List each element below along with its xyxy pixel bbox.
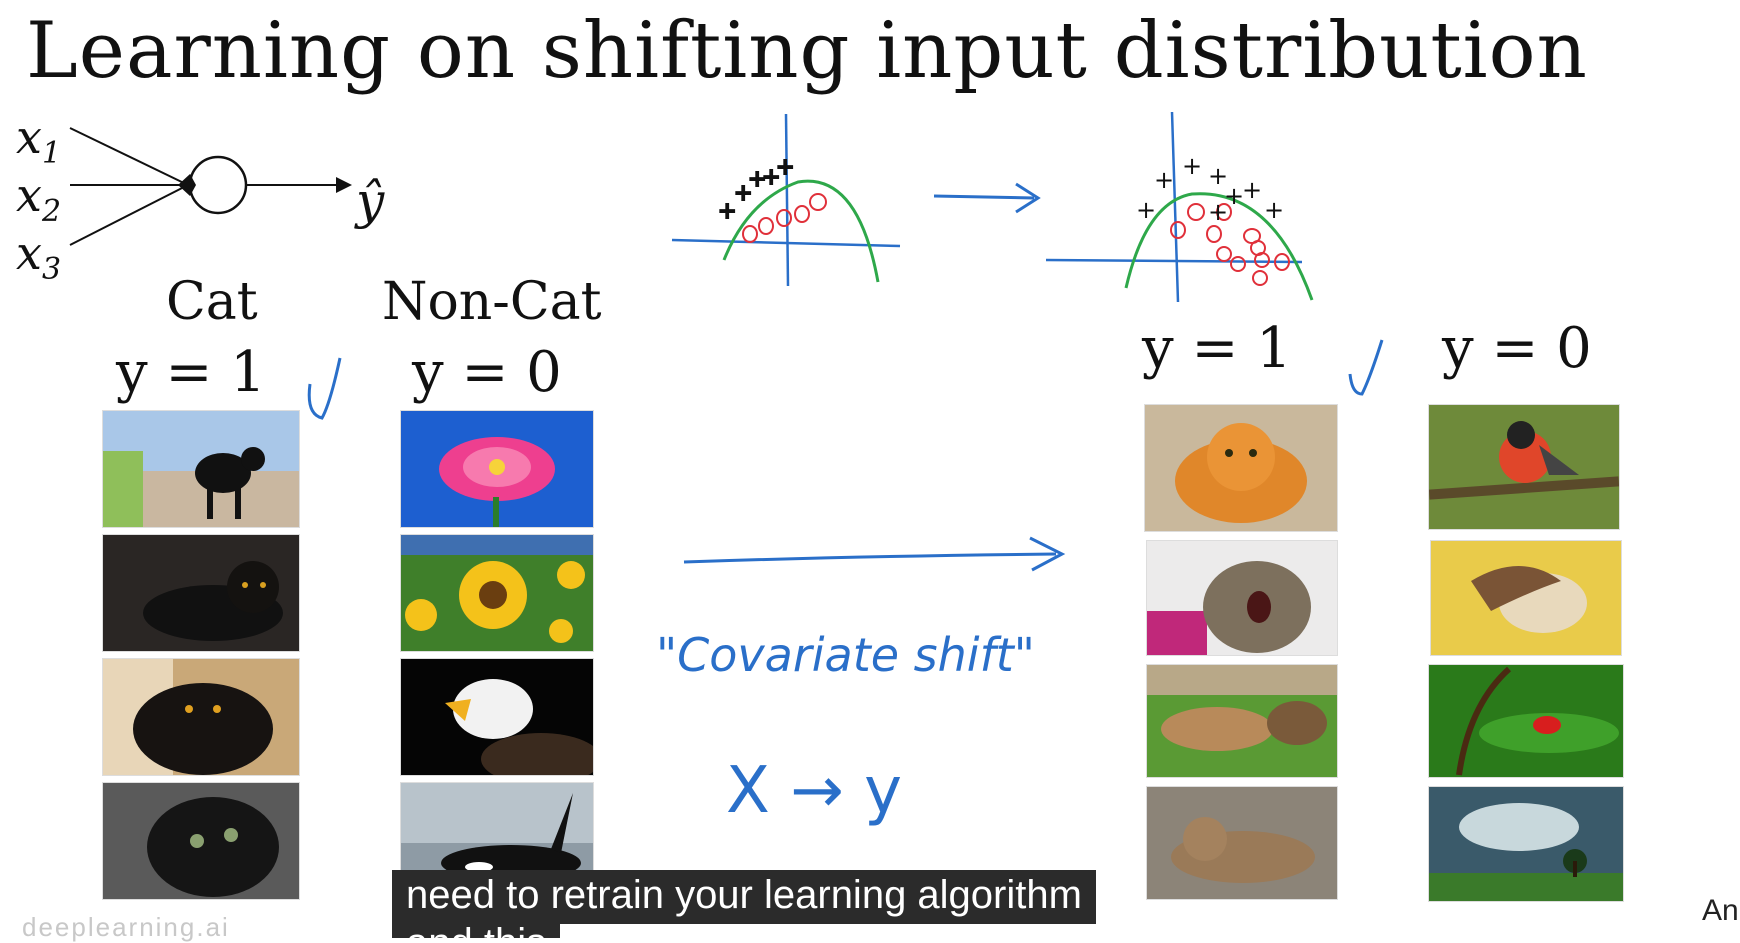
svg-text:+: + xyxy=(1208,198,1228,226)
svg-text:+: + xyxy=(776,155,794,180)
noncat-photo-ladybug xyxy=(1428,664,1624,778)
svg-text:+: + xyxy=(1154,166,1174,194)
cat-photo-orange-1 xyxy=(1144,404,1338,532)
svg-text:+: + xyxy=(1182,152,1202,180)
cat-photo-grass xyxy=(1146,664,1338,778)
checkmark-right xyxy=(1348,339,1384,396)
x-to-y-label: X → y xyxy=(726,754,903,828)
input-x3: x3 xyxy=(16,226,62,288)
arrow-top xyxy=(933,182,1041,214)
svg-text:+: + xyxy=(1136,196,1156,224)
corner-text: An xyxy=(1702,894,1739,927)
plot-left: +++++ xyxy=(671,113,901,287)
cat-photo-1 xyxy=(102,410,300,528)
noncat-photo-eagle xyxy=(400,658,594,776)
checkmark-left xyxy=(307,357,342,420)
cat-photo-yawn xyxy=(1146,540,1338,656)
noncat-photo-bird xyxy=(1428,404,1620,530)
right-noncat-y: y = 0 xyxy=(1442,316,1592,381)
slide-title: Learning on shifting input distribution xyxy=(26,6,1588,96)
noncat-photo-tree xyxy=(1428,786,1624,902)
subtitle-line2: and this xyxy=(392,920,561,938)
cat-photo-tabby xyxy=(1146,786,1338,900)
left-noncat-y: y = 0 xyxy=(412,340,562,405)
svg-text:+: + xyxy=(1242,176,1262,204)
plot-right: ++ + + ++++ xyxy=(1045,111,1314,303)
svg-text:+: + xyxy=(1264,196,1284,224)
cat-photo-2 xyxy=(102,534,300,652)
right-cat-y: y = 1 xyxy=(1142,316,1292,381)
arrow-middle xyxy=(683,536,1066,572)
cat-photo-4 xyxy=(102,782,300,900)
noncat-photo-horse xyxy=(1430,540,1622,656)
subtitle-line1: need to retrain your learning algorithm xyxy=(392,870,1096,924)
watermark-logo: deeplearning.ai xyxy=(22,912,230,942)
input-x1: x1 xyxy=(16,110,62,172)
noncat-photo-flower xyxy=(400,410,594,528)
left-cat-y: y = 1 xyxy=(116,340,266,405)
output-yhat: ŷ xyxy=(356,172,385,230)
covariate-shift-label: "Covariate shift" xyxy=(656,628,1035,682)
input-x2: x2 xyxy=(16,168,62,230)
cat-photo-3 xyxy=(102,658,300,776)
noncat-photo-sunflower xyxy=(400,534,594,652)
cat-label: Cat xyxy=(166,272,258,332)
noncat-label: Non-Cat xyxy=(382,272,602,332)
